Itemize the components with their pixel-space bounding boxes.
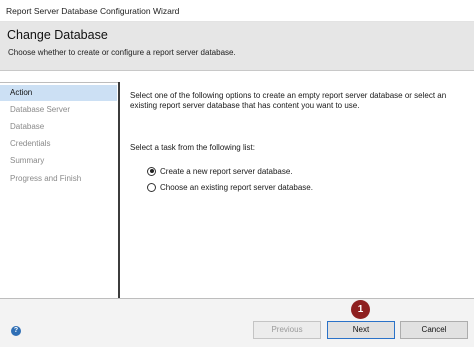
nav-item-progress-and-finish[interactable]: Progress and Finish — [0, 171, 117, 187]
next-button[interactable]: Next — [327, 321, 395, 339]
nav-item-summary[interactable]: Summary — [0, 153, 117, 169]
title-bar: Report Server Database Configuration Wiz… — [0, 0, 474, 22]
option-label: Choose an existing report server databas… — [160, 182, 313, 192]
radio-selected[interactable] — [147, 166, 156, 176]
instructions-text: Select one of the following options to c… — [130, 91, 447, 110]
help-icon[interactable]: ? — [11, 326, 21, 336]
window-title: Report Server Database Configuration Wiz… — [6, 6, 180, 16]
option-label: Create a new report server database. — [160, 166, 293, 176]
step-marker-badge: 1 — [351, 300, 370, 319]
main-content: Select one of the following options to c… — [120, 82, 474, 298]
task-list-label: Select a task from the following list: — [130, 143, 255, 152]
radio-unselected[interactable] — [147, 182, 156, 192]
cancel-button[interactable]: Cancel — [400, 321, 468, 339]
option-create-new-database[interactable]: Create a new report server database. — [147, 165, 293, 177]
nav-item-action[interactable]: Action — [0, 85, 117, 101]
nav-item-database-server[interactable]: Database Server — [0, 102, 117, 118]
wizard-footer: ? Previous Next Cancel — [0, 298, 474, 347]
nav-item-database[interactable]: Database — [0, 119, 117, 135]
page-subtitle: Choose whether to create or configure a … — [8, 48, 236, 57]
option-choose-existing-database[interactable]: Choose an existing report server databas… — [147, 181, 313, 193]
wizard-steps-nav: Action Database Server Database Credenti… — [0, 82, 118, 298]
previous-button[interactable]: Previous — [253, 321, 321, 339]
nav-item-credentials[interactable]: Credentials — [0, 136, 117, 152]
header-banner: Change Database Choose whether to create… — [0, 22, 474, 71]
page-title: Change Database — [7, 28, 108, 42]
